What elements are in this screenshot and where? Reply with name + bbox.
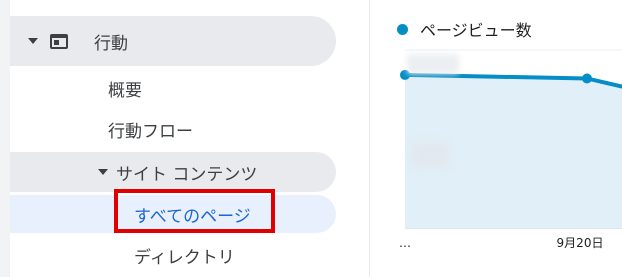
nav-item-behavior-flow[interactable]: 行動フロー bbox=[108, 109, 193, 149]
chart-legend: ページビュー数 bbox=[397, 17, 532, 41]
legend-dot-icon bbox=[397, 23, 408, 35]
nav-item-label: 概要 bbox=[108, 80, 142, 101]
nav-section-behavior[interactable]: 行動 bbox=[10, 16, 336, 66]
nav-left-strip bbox=[0, 0, 10, 277]
blurred-axis-label bbox=[407, 54, 459, 74]
behavior-window-icon bbox=[50, 33, 68, 49]
x-tick-label: … bbox=[399, 236, 411, 250]
nav-section-label: 行動 bbox=[94, 33, 128, 54]
nav-item-overview[interactable]: 概要 bbox=[108, 68, 142, 108]
caret-down-icon bbox=[28, 38, 38, 44]
nav-item-label: 行動フロー bbox=[108, 121, 193, 142]
blurred-axis-label bbox=[411, 142, 449, 168]
highlight-annotation-box bbox=[114, 189, 275, 233]
nav-item-label: ディレクトリ bbox=[134, 247, 235, 268]
left-navigation: 行動 概要 行動フロー サイト コンテンツ すべてのページ ディレクトリ bbox=[0, 0, 370, 277]
nav-subsection-label: サイト コンテンツ bbox=[116, 164, 258, 185]
data-point bbox=[582, 73, 592, 84]
chart-panel: … 9月20日 ページビュー数 bbox=[371, 0, 622, 277]
x-axis-ticks: … 9月20日 bbox=[399, 236, 603, 250]
legend-label: ページビュー数 bbox=[420, 21, 532, 40]
nav-subsection-site-content[interactable]: サイト コンテンツ bbox=[10, 152, 336, 192]
caret-down-icon bbox=[98, 169, 108, 175]
nav-item-directory[interactable]: ディレクトリ bbox=[134, 235, 235, 275]
x-tick-label: 9月20日 bbox=[557, 236, 604, 250]
pageview-chart: … 9月20日 bbox=[399, 49, 622, 250]
